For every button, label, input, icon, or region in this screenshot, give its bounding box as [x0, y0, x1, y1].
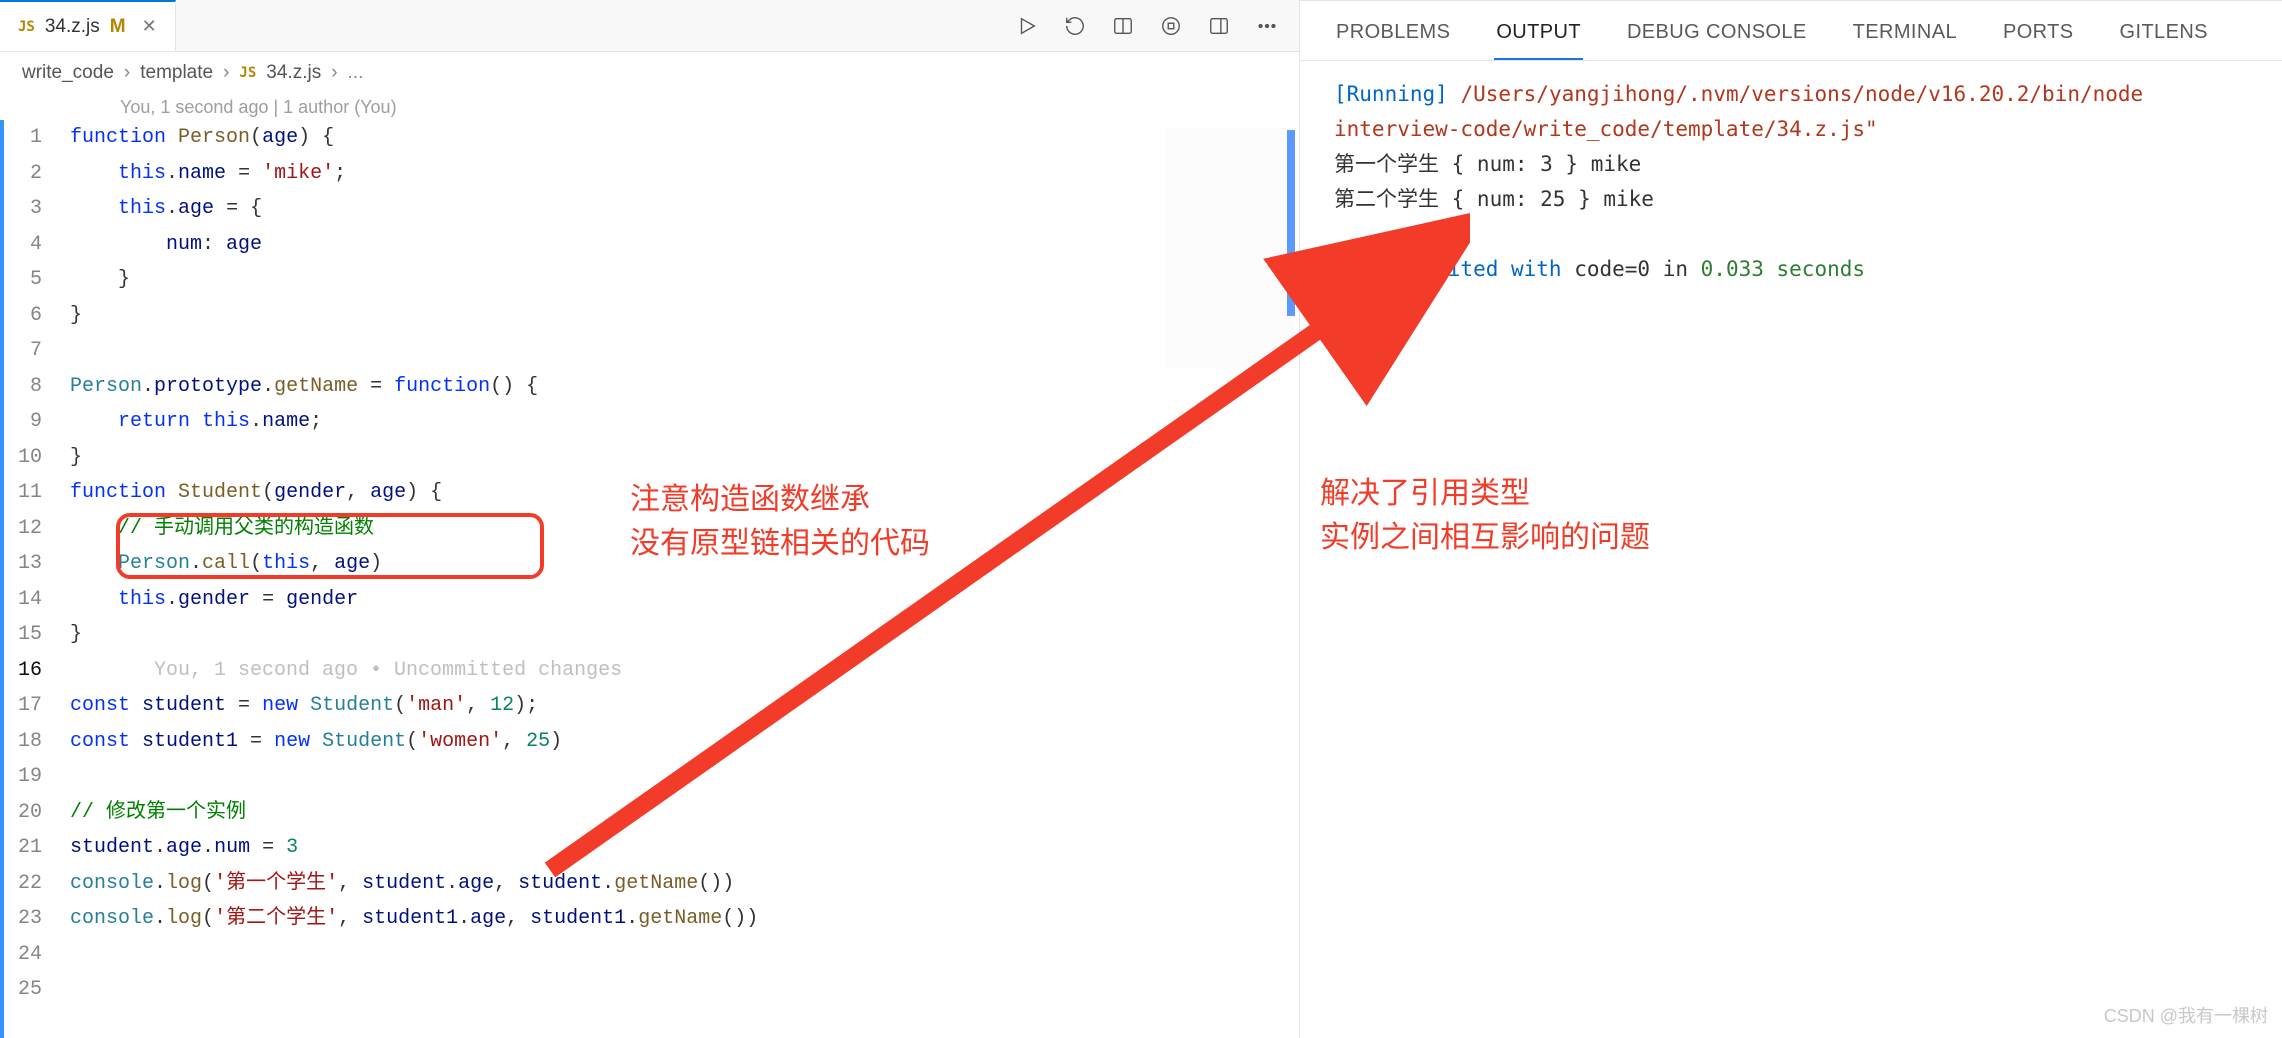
output-running-tag: [Running]	[1334, 82, 1448, 106]
layout-icon[interactable]	[1207, 14, 1231, 38]
output-done-code: code=0	[1574, 257, 1650, 281]
code-line-current: 16 You, 1 second ago • Uncommitted chang…	[8, 653, 758, 689]
code-line: 5 }	[8, 262, 758, 298]
file-tab[interactable]: JS 34.z.js M ✕	[0, 0, 176, 51]
output-line1: 第一个学生 { num: 3 } mike	[1334, 152, 1641, 176]
editor-pane: JS 34.z.js M ✕ write_code › template › J…	[0, 0, 1300, 1038]
minimap-viewport[interactable]	[1287, 130, 1295, 316]
code-line: 3 this.age = {	[8, 191, 758, 227]
split-icon[interactable]	[1111, 14, 1135, 38]
output-path2: interview-code/write_code/template/34.z.…	[1334, 117, 1878, 141]
gutter-highlight	[0, 120, 4, 1038]
code-line: 25	[8, 972, 758, 1008]
run-icon[interactable]	[1015, 14, 1039, 38]
stop-icon[interactable]	[1159, 14, 1183, 38]
output-line2: 第二个学生 { num: 25 } mike	[1334, 187, 1654, 211]
js-file-icon: JS	[18, 19, 35, 35]
tab-terminal[interactable]: TERMINAL	[1851, 15, 1959, 60]
minimap[interactable]	[1165, 128, 1295, 368]
bc-part3[interactable]: 34.z.js	[266, 62, 321, 84]
code-line: 17const student = new Student('man', 12)…	[8, 688, 758, 724]
code-line: 20// 修改第一个实例	[8, 795, 758, 831]
code-line: 15}	[8, 617, 758, 653]
tab-output[interactable]: OUTPUT	[1494, 15, 1583, 60]
gitlens-blame: You, 1 second ago | 1 author (You)	[0, 95, 1299, 120]
code-line: 24	[8, 937, 758, 973]
bc-part1[interactable]: write_code	[22, 62, 114, 84]
tab-dirty-status: M	[110, 16, 126, 38]
code-line: 7	[8, 333, 758, 369]
code-line: 13 Person.call(this, age)	[8, 546, 758, 582]
bc-ellipsis[interactable]: ...	[348, 62, 364, 84]
breadcrumb[interactable]: write_code › template › JS 34.z.js › ...	[0, 52, 1299, 95]
bc-part2[interactable]: template	[140, 62, 213, 84]
more-icon[interactable]	[1255, 14, 1279, 38]
output-done-time: 0.033 seconds	[1701, 257, 1865, 281]
tab-filename: 34.z.js	[45, 16, 100, 38]
tab-spacer	[176, 0, 995, 51]
js-file-icon: JS	[239, 65, 256, 81]
app-root: JS 34.z.js M ✕ write_code › template › J…	[0, 0, 2282, 1038]
code-line: 22console.log('第一个学生', student.age, stud…	[8, 866, 758, 902]
code-line: 2 this.name = 'mike';	[8, 156, 758, 192]
close-icon[interactable]: ✕	[142, 16, 157, 37]
watermark: CSDN @我有一棵树	[2104, 1002, 2268, 1028]
chevron-right-icon: ›	[223, 62, 229, 84]
code-line: 18const student1 = new Student('women', …	[8, 724, 758, 760]
tab-debug-console[interactable]: DEBUG CONSOLE	[1625, 15, 1809, 60]
code-line: 11function Student(gender, age) {	[8, 475, 758, 511]
code-line: 10}	[8, 440, 758, 476]
code-line: 14 this.gender = gender	[8, 582, 758, 618]
code-line: 6}	[8, 298, 758, 334]
chevron-right-icon: ›	[331, 62, 337, 84]
output-pane: PROBLEMS OUTPUT DEBUG CONSOLE TERMINAL P…	[1300, 0, 2282, 1038]
code-line: 4 num: age	[8, 227, 758, 263]
output-cmd: /Users/yangjihong/.nvm/versions/node/v16…	[1460, 82, 2143, 106]
code-editor[interactable]: 1function Person(age) { 2 this.name = 'm…	[0, 120, 1299, 1038]
code-line: 9 return this.name;	[8, 404, 758, 440]
code-line: 19	[8, 759, 758, 795]
code-line: 23console.log('第二个学生', student1.age, stu…	[8, 901, 758, 937]
panel-tabs: PROBLEMS OUTPUT DEBUG CONSOLE TERMINAL P…	[1300, 1, 2282, 61]
tab-problems[interactable]: PROBLEMS	[1334, 15, 1452, 60]
code-table: 1function Person(age) { 2 this.name = 'm…	[8, 120, 758, 1008]
code-line: 1function Person(age) {	[8, 120, 758, 156]
output-done-pre: [Done] exited with	[1334, 257, 1574, 281]
code-line: 8Person.prototype.getName = function() {	[8, 369, 758, 405]
tab-row: JS 34.z.js M ✕	[0, 0, 1299, 52]
output-done-in: in	[1650, 257, 1701, 281]
code-line: 21student.age.num = 3	[8, 830, 758, 866]
editor-toolbar	[995, 0, 1299, 51]
chevron-right-icon: ›	[124, 62, 130, 84]
tab-gitlens[interactable]: GITLENS	[2118, 15, 2210, 60]
output-body[interactable]: [Running] /Users/yangjihong/.nvm/version…	[1300, 61, 2282, 1038]
rerun-icon[interactable]	[1063, 14, 1087, 38]
code-line: 12 // 手动调用父类的构造函数	[8, 511, 758, 547]
tab-ports[interactable]: PORTS	[2001, 15, 2076, 60]
